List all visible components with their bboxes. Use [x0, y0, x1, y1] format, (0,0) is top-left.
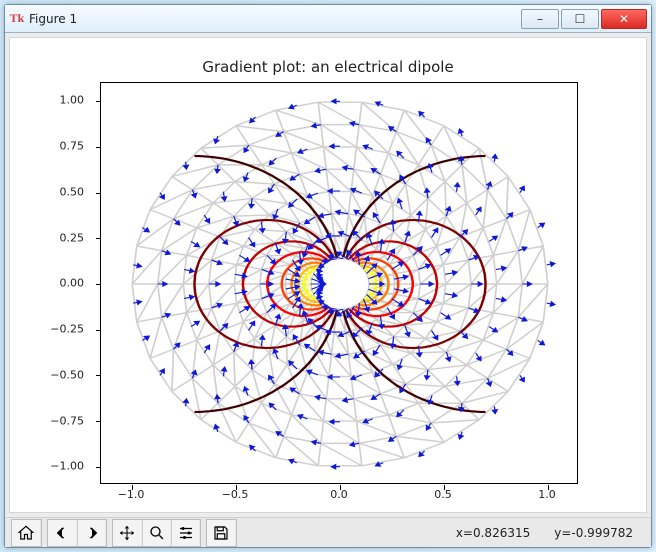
tk-icon: Tk	[9, 11, 25, 27]
close-button[interactable]: ✕	[601, 9, 647, 29]
save-icon	[212, 524, 230, 542]
plot-svg	[101, 83, 579, 485]
cursor-x: x=0.826315	[456, 526, 530, 540]
save-button[interactable]	[207, 520, 235, 546]
xtick-label: 1.0	[538, 488, 556, 501]
ytick-label: 0.25	[14, 232, 84, 245]
chart-title: Gradient plot: an electrical dipole	[10, 58, 646, 76]
ytick-label: −0.25	[14, 323, 84, 336]
xtick-label: 0.0	[330, 488, 348, 501]
ytick-label: −1.00	[14, 460, 84, 473]
status-bar: x=0.826315 y=-0.999782	[456, 526, 645, 540]
figure: Gradient plot: an electrical dipole 1.00…	[10, 38, 646, 512]
toolbar: x=0.826315 y=-0.999782	[5, 517, 651, 547]
arrow-left-icon	[53, 524, 71, 542]
titlebar: Tk Figure 1 – ☐ ✕	[5, 5, 651, 33]
axes	[100, 82, 578, 484]
figure-canvas[interactable]: Gradient plot: an electrical dipole 1.00…	[9, 37, 647, 513]
ytick-label: −0.50	[14, 369, 84, 382]
sliders-icon	[177, 524, 195, 542]
pan-button[interactable]	[113, 520, 141, 546]
cursor-y: y=-0.999782	[554, 526, 633, 540]
minimize-button[interactable]: –	[521, 9, 559, 29]
back-button[interactable]	[48, 520, 76, 546]
ytick-label: 0.50	[14, 186, 84, 199]
home-button[interactable]	[12, 520, 40, 546]
system-buttons: – ☐ ✕	[519, 9, 647, 29]
zoom-button[interactable]	[142, 520, 170, 546]
move-icon	[118, 524, 136, 542]
xtick-label: 0.5	[434, 488, 452, 501]
xtick-label: −0.5	[222, 488, 249, 501]
zoom-icon	[148, 524, 166, 542]
ytick-label: 0.75	[14, 140, 84, 153]
ytick-label: 1.00	[14, 94, 84, 107]
ytick-label: −0.75	[14, 415, 84, 428]
ytick-label: 0.00	[14, 277, 84, 290]
window-title: Figure 1	[29, 12, 77, 26]
forward-button[interactable]	[77, 520, 105, 546]
arrow-right-icon	[83, 524, 101, 542]
xtick-label: −1.0	[118, 488, 145, 501]
app-window: Tk Figure 1 – ☐ ✕ Gradient plot: an elec…	[4, 4, 652, 548]
maximize-button[interactable]: ☐	[561, 9, 599, 29]
home-icon	[17, 524, 35, 542]
configure-button[interactable]	[171, 520, 199, 546]
